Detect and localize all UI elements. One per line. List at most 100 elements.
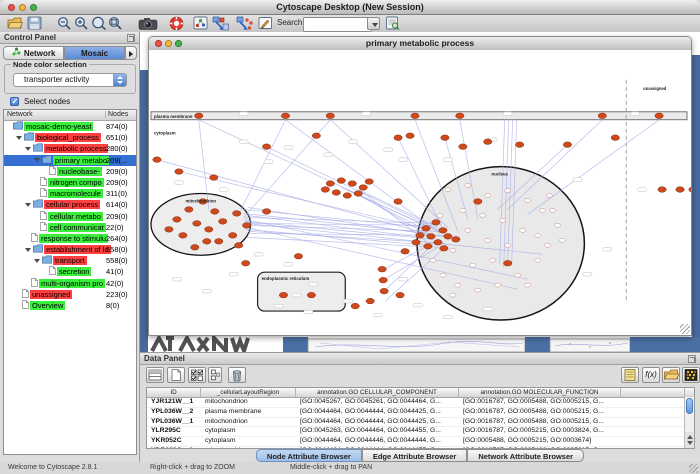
tab-mosaic[interactable]: Mosaic: [64, 46, 125, 60]
table-cell[interactable]: cytoplasm: [201, 437, 296, 446]
tree-row[interactable]: nucleobase-209(0): [4, 166, 136, 177]
zoom-in-icon[interactable]: [74, 16, 89, 31]
table-row[interactable]: YLR295Ccytoplasm[GO:0045263, GO:0044464,…: [147, 427, 694, 437]
table-row[interactable]: YPL036W__2plasma membrane[GO:0044464, GO…: [147, 408, 694, 418]
scrollbar-thumb[interactable]: [686, 398, 693, 414]
search-dropdown-button[interactable]: [367, 17, 380, 30]
column-header[interactable]: annotation.GO MOLECULAR_FUNCTION: [459, 388, 621, 397]
table-cell[interactable]: [GO:0044464, GO:0044444, GO:0044425, G..…: [296, 408, 459, 417]
expand-arrow-icon[interactable]: [16, 136, 22, 140]
network-canvas[interactable]: plasma membranecytoplasmmitochondrionnuc…: [149, 50, 691, 335]
import-attributes-icon[interactable]: [662, 367, 680, 383]
help-icon[interactable]: [168, 16, 185, 31]
table-cell[interactable]: [GO:0045263, GO:0044464, GO:0044455, G..…: [296, 427, 459, 436]
table-cell[interactable]: mitochondrion: [201, 398, 296, 407]
tree-row[interactable]: mosaic-demo-yeast874(0): [4, 121, 136, 132]
table-cell[interactable]: [GO:0005488, GO:0005215, GO:0003674]: [459, 437, 621, 446]
select-neighbors-icon[interactable]: [212, 16, 230, 31]
float-data-panel-icon[interactable]: [688, 355, 696, 363]
float-panel-icon[interactable]: [127, 34, 135, 42]
new-network-from-selection-icon[interactable]: [236, 16, 254, 31]
minimize-window-button[interactable]: [19, 4, 26, 11]
node-color-dropdown[interactable]: transporter activity: [13, 73, 127, 87]
tree-row[interactable]: primary metabo209(...: [4, 155, 136, 166]
column-header[interactable]: _cellularLayoutRegion: [201, 388, 296, 397]
tree-row[interactable]: establishment of lo558(0): [4, 244, 136, 255]
new-attribute-icon[interactable]: [167, 367, 185, 383]
function-builder-icon[interactable]: f(x): [642, 367, 660, 383]
table-cell[interactable]: [GO:0016787, GO:0005488, GO:0005215, G..…: [459, 408, 621, 417]
expand-arrow-icon[interactable]: [34, 259, 40, 263]
table-cell[interactable]: [GO:0045267, GO:0045261, GO:0044464, G..…: [296, 398, 459, 407]
table-row[interactable]: YPL036W__1mitochondrion[GO:0044464, GO:0…: [147, 418, 694, 428]
expand-arrow-icon[interactable]: [25, 248, 31, 252]
table-cell[interactable]: YLR295C: [147, 427, 201, 436]
tree-row[interactable]: cell communicat22(0): [4, 222, 136, 233]
table-cell[interactable]: YDR039C__1: [147, 447, 201, 449]
tree-row[interactable]: biological_process651(0): [4, 132, 136, 143]
network-view-window[interactable]: primary metabolic process plasma membran…: [148, 36, 692, 336]
tree-row[interactable]: macromolecule311(0): [4, 188, 136, 199]
tree-row[interactable]: transport558(0): [4, 255, 136, 266]
table-scrollbar[interactable]: [684, 397, 694, 448]
expand-arrow-icon[interactable]: [34, 158, 40, 162]
network-window-titlebar[interactable]: primary metabolic process: [149, 37, 691, 51]
tab-network-attribute-browser[interactable]: Network Attribute Browser: [467, 449, 584, 462]
attribute-editor-icon[interactable]: [621, 367, 639, 383]
tree-row[interactable]: response to stimulu264(0): [4, 233, 136, 244]
table-row[interactable]: YKR052Ccytoplasm[GO:0044464, GO:0044446,…: [147, 437, 694, 447]
attribute-matrix-icon[interactable]: [682, 367, 700, 383]
table-cell[interactable]: [GO:0016787, GO:0005488, GO:0005215, G..…: [459, 398, 621, 407]
select-all-attributes-icon[interactable]: [188, 367, 206, 383]
network-overview-icon[interactable]: [193, 16, 208, 31]
unselect-all-attributes-icon[interactable]: [208, 367, 222, 383]
expand-arrow-icon[interactable]: [25, 147, 31, 151]
table-cell[interactable]: YJR121W__1: [147, 398, 201, 407]
app-resize-grip[interactable]: [689, 464, 698, 473]
table-cell[interactable]: [GO:0044464, GO:0044446, GO:0044444, G..…: [296, 437, 459, 446]
scrollbar-arrows[interactable]: [685, 432, 694, 448]
delete-attribute-icon[interactable]: [228, 367, 246, 383]
zoom-window-button[interactable]: [30, 4, 37, 11]
tree-row[interactable]: Overview8(0): [4, 300, 136, 311]
zoom-selected-icon[interactable]: [91, 16, 107, 31]
tree-row[interactable]: nitrogen compo209(0): [4, 177, 136, 188]
table-cell[interactable]: plasma membrane: [201, 408, 296, 417]
zoom-fit-icon[interactable]: [108, 16, 123, 31]
window-resize-grip[interactable]: [680, 324, 690, 334]
table-cell[interactable]: YPL036W__1: [147, 418, 201, 427]
table-cell[interactable]: mitochondrion: [201, 418, 296, 427]
annotation-icon[interactable]: [258, 16, 273, 31]
tab-node-attribute-browser[interactable]: Node Attribute Browser: [256, 449, 362, 462]
tree-row[interactable]: multi-organism pro42(0): [4, 278, 136, 289]
snapshot-icon[interactable]: [138, 16, 158, 31]
tree-column-header[interactable]: Network Nodes: [4, 110, 136, 121]
zoom-out-icon[interactable]: [57, 16, 72, 31]
tree-row[interactable]: metabolic process280(0): [4, 143, 136, 154]
column-header[interactable]: annotation.GO CELLULAR_COMPONENT: [296, 388, 459, 397]
network-zoom-button[interactable]: [175, 40, 182, 47]
network-minimize-button[interactable]: [165, 40, 172, 47]
more-tabs-button[interactable]: [125, 46, 137, 60]
save-icon[interactable]: [27, 16, 42, 31]
table-row[interactable]: YJR121W__1mitochondrion[GO:0045267, GO:0…: [147, 398, 694, 408]
attribute-table-header[interactable]: ID_cellularLayoutRegionannotation.GO CEL…: [147, 388, 694, 398]
table-cell[interactable]: [GO:0016787, GO:0005215, GO:0003824, G..…: [459, 427, 621, 436]
select-attributes-icon[interactable]: [146, 367, 164, 383]
table-cell[interactable]: YKR052C: [147, 437, 201, 446]
column-header[interactable]: ID: [147, 388, 201, 397]
network-close-button[interactable]: [155, 40, 162, 47]
expand-arrow-icon[interactable]: [25, 203, 31, 207]
tab-network[interactable]: Network: [3, 46, 64, 60]
table-cell[interactable]: [GO:0016787, GO:0005488, GO:0005215, G..…: [459, 418, 621, 427]
tree-row[interactable]: secretion41(0): [4, 266, 136, 277]
table-cell[interactable]: [GO:0044464, GO:0044444, GO:0044425, G..…: [296, 418, 459, 427]
search-input[interactable]: [303, 17, 372, 32]
tab-edge-attribute-browser[interactable]: Edge Attribute Browser: [362, 449, 467, 462]
advanced-search-icon[interactable]: [385, 16, 400, 31]
close-window-button[interactable]: [8, 4, 15, 11]
table-cell[interactable]: cytoplasm: [201, 427, 296, 436]
column-header[interactable]: [621, 388, 685, 397]
table-cell[interactable]: YPL036W__2: [147, 408, 201, 417]
select-nodes-checkbox[interactable]: [10, 97, 19, 106]
